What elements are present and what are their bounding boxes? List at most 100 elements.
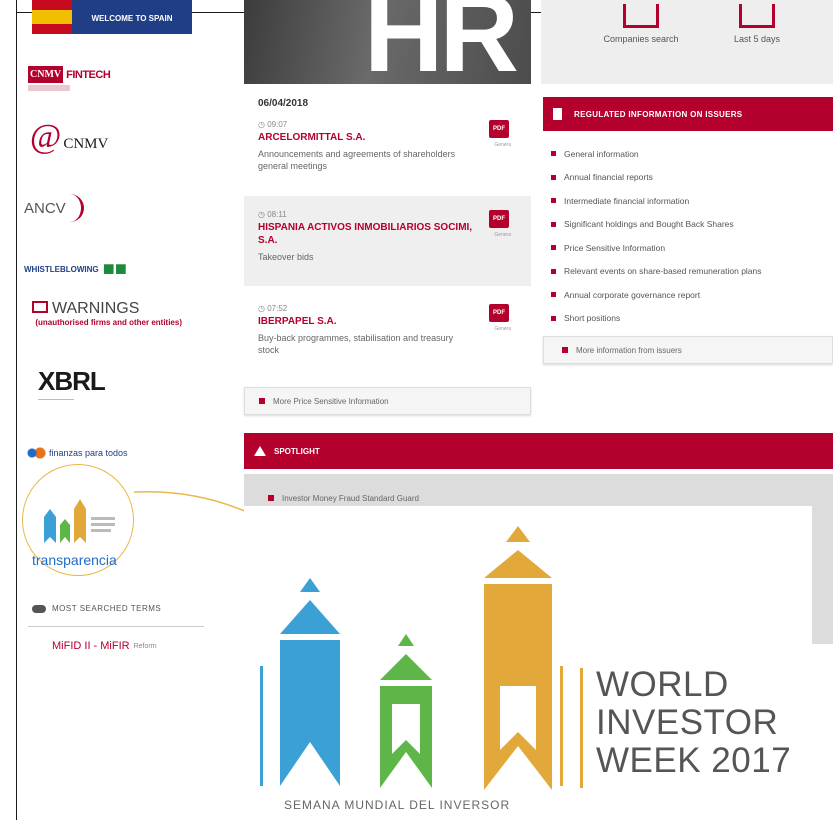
news-company: IBERPAPEL S.A. xyxy=(258,316,337,327)
bullet-square-icon xyxy=(551,268,556,274)
world-investor-week-subtitle: SEMANA MUNDIAL DEL INVERSOR xyxy=(284,798,511,812)
mifid-sub: Reform xyxy=(133,642,157,650)
pdf-icon[interactable]: PDF xyxy=(489,120,509,138)
bullet-square-icon xyxy=(551,221,556,227)
gold-divider-bar xyxy=(580,668,583,788)
news-item[interactable]: ◷ 08:11 HISPANIA ACTIVOS INMOBILIARIOS S… xyxy=(244,196,531,286)
at-cnmv-logo[interactable]: @ CNMV xyxy=(30,120,108,154)
companies-search-tool[interactable]: Companies search xyxy=(601,0,681,44)
at-cnmv-label: CNMV xyxy=(63,135,109,152)
bullet-square-icon xyxy=(268,495,274,501)
list-item-label: Intermediate financial information xyxy=(564,195,690,206)
more-price-sensitive-button[interactable]: More Price Sensitive Information xyxy=(244,387,531,415)
last-5-days-label: Last 5 days xyxy=(733,34,781,44)
news-time: ◷ 07:52 xyxy=(258,304,288,313)
welcome-label: WELCOME TO SPAIN xyxy=(91,13,173,23)
bullet-square-icon xyxy=(551,315,556,321)
regulated-info-header: REGULATED INFORMATION ON ISSUERS xyxy=(543,97,833,131)
hero-banner-image[interactable]: HR xyxy=(244,0,531,84)
more-information-issuers-button[interactable]: More information from issuers xyxy=(543,336,833,364)
list-item-label: Annual corporate governance report xyxy=(564,289,701,300)
list-item[interactable]: Short positions xyxy=(551,307,833,331)
world-investor-week-mini-logo[interactable] xyxy=(38,487,118,547)
monitor-search-icon xyxy=(623,4,659,28)
warnings-subtitle: (unauthorised firms and other entities) xyxy=(35,318,182,327)
bullet-square-icon xyxy=(551,198,556,204)
tools-panel: Companies search Last 5 days xyxy=(541,0,833,84)
world-investor-week-title: WORLD INVESTOR WEEK 2017 xyxy=(596,666,791,780)
news-time: ◷ 08:11 xyxy=(258,210,287,219)
cnmv-fintech-logo[interactable]: CNMV FINTECH xyxy=(28,66,111,91)
monitor-calendar-icon xyxy=(739,4,775,28)
list-item[interactable]: Annual corporate governance report xyxy=(551,283,833,307)
title-line-1: WORLD xyxy=(596,665,729,704)
news-description: Announcements and agreements of sharehol… xyxy=(258,149,456,171)
news-item[interactable]: ◷ 09:07 ARCELORMITTAL S.A. Announcements… xyxy=(244,106,531,194)
news-item[interactable]: ◷ 07:52 IBERPAPEL S.A. Buy-back programm… xyxy=(244,290,531,380)
list-item[interactable]: Relevant events on share-based remunerat… xyxy=(551,260,833,284)
warnings-title-row: WARNINGS xyxy=(32,300,182,318)
list-item[interactable]: Annual financial reports xyxy=(551,166,833,190)
regulated-info-list: General information Annual financial rep… xyxy=(551,142,833,330)
more-information-issuers-label: More information from issuers xyxy=(576,345,682,355)
spotlight-first-item-label: Investor Money Fraud Standard Guard xyxy=(282,494,419,503)
bullet-square-icon xyxy=(551,151,556,157)
whistleblowing-label: WHISTLEBLOWING xyxy=(24,265,99,274)
fintech-underline xyxy=(28,85,70,91)
last-5-days-tool[interactable]: Last 5 days xyxy=(717,0,797,44)
most-searched-divider xyxy=(28,626,204,627)
news-description: Buy-back programmes, stabilisation and t… xyxy=(258,333,454,355)
spotlight-first-item[interactable]: Investor Money Fraud Standard Guard xyxy=(268,494,419,503)
mifid-term-link[interactable]: MiFID II - MiFIR Reform xyxy=(52,640,157,652)
bullet-square-icon xyxy=(562,347,568,353)
ancv-label: ANCV xyxy=(24,199,66,217)
list-item-label: Annual financial reports xyxy=(564,172,653,183)
bullet-square-icon xyxy=(259,398,265,404)
welcome-to-spain-banner[interactable]: WELCOME TO SPAIN xyxy=(32,0,192,34)
ancv-logo[interactable]: ANCV xyxy=(24,194,84,222)
ancv-arc-icon xyxy=(68,194,84,222)
finanzas-para-todos-logo[interactable]: finanzas para todos xyxy=(26,446,128,460)
list-item[interactable]: Intermediate financial information xyxy=(551,189,833,213)
warning-triangle-icon xyxy=(254,446,266,456)
pdf-label: Genera xyxy=(494,142,511,148)
bullet-square-icon xyxy=(551,292,556,298)
regulated-info-title: REGULATED INFORMATION ON ISSUERS xyxy=(574,109,743,119)
list-item[interactable]: Significant holdings and Bought Back Sha… xyxy=(551,213,833,237)
whistleblowing-logo[interactable]: WHISTLEBLOWING ■■ xyxy=(24,258,127,281)
companies-search-label: Companies search xyxy=(603,34,679,44)
people-icon: ■■ xyxy=(102,258,127,280)
frame-left-border xyxy=(16,0,17,820)
news-company: HISPANIA ACTIVOS INMOBILIARIOS SOCIMI, S… xyxy=(258,222,473,246)
list-item-label: Relevant events on share-based remunerat… xyxy=(564,266,762,277)
sidebar: WELCOME TO SPAIN CNMV FINTECH @ CNMV ANC… xyxy=(22,0,208,680)
news-company: ARCELORMITTAL S.A. xyxy=(258,132,366,143)
most-searched-terms-header: MOST SEARCHED TERMS xyxy=(32,604,161,613)
warnings-title: WARNINGS xyxy=(52,300,140,317)
xbrl-underline: —————— xyxy=(38,397,74,403)
mifid-label: MiFID II - MiFIR xyxy=(52,640,130,652)
list-item[interactable]: General information xyxy=(551,142,833,166)
pdf-icon[interactable]: PDF xyxy=(489,304,509,322)
xbrl-logo[interactable]: XBRL —————— xyxy=(38,366,106,403)
spotlight-title: SPOTLIGHT xyxy=(274,446,320,456)
transparencia-link[interactable]: transparencia xyxy=(32,552,117,568)
fintech-label: FINTECH xyxy=(66,68,111,81)
warning-screen-icon xyxy=(32,301,48,313)
world-investor-week-logo-enlarged: WORLD INVESTOR WEEK 2017 SEMANA MUNDIAL … xyxy=(244,506,812,820)
finanzas-dots-icon xyxy=(26,446,46,460)
cloud-icon xyxy=(32,604,46,613)
spotlight-header: SPOTLIGHT xyxy=(244,433,833,469)
bullet-square-icon xyxy=(551,245,556,251)
title-line-2: INVESTOR xyxy=(596,703,779,742)
finanzas-label: finanzas para todos xyxy=(49,448,128,458)
bullet-square-icon xyxy=(551,174,556,180)
warnings-logo[interactable]: WARNINGS (unauthorised firms and other e… xyxy=(32,300,182,327)
list-item-label: Short positions xyxy=(564,313,621,324)
at-sign-icon: @ xyxy=(30,118,62,155)
news-time: ◷ 09:07 xyxy=(258,120,288,129)
pdf-icon[interactable]: PDF xyxy=(489,210,509,228)
list-item-label: Price Sensitive Information xyxy=(564,242,666,253)
pdf-label: Genera xyxy=(494,232,511,238)
list-item[interactable]: Price Sensitive Information xyxy=(551,236,833,260)
